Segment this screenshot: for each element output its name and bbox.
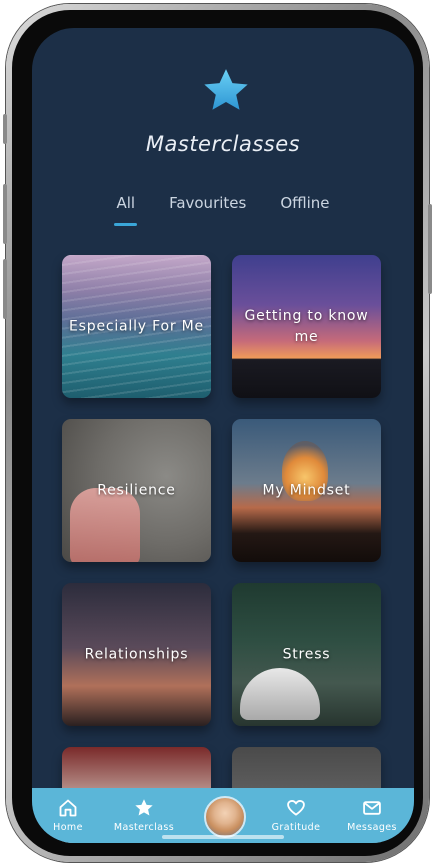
card-relationships[interactable]: Relationships [62, 583, 211, 726]
card-getting-to-know-me[interactable]: Getting to know me [232, 255, 381, 398]
avatar[interactable] [204, 796, 246, 838]
card-especially-for-me[interactable]: Especially For Me [62, 255, 211, 398]
card-label: Getting to know me [244, 307, 369, 345]
nav-messages-label: Messages [347, 822, 397, 833]
mail-icon [363, 801, 381, 815]
nav-gratitude[interactable]: Gratitude [264, 798, 328, 833]
volume-down-button [3, 259, 7, 319]
card-label: Relationships [84, 646, 189, 662]
app-screen: Masterclasses All Favourites Offline Esp… [32, 28, 414, 843]
volume-up-button [3, 184, 7, 244]
mute-switch [3, 114, 7, 144]
heart-icon [287, 800, 305, 816]
card-label: My Mindset [262, 482, 351, 498]
tab-offline[interactable]: Offline [278, 194, 331, 212]
card-label: Resilience [97, 482, 176, 498]
home-indicator [162, 835, 284, 839]
card-my-mindset[interactable]: My Mindset [232, 419, 381, 562]
tab-favourites[interactable]: Favourites [167, 194, 248, 212]
nav-home[interactable]: Home [36, 798, 100, 833]
star-icon [135, 799, 153, 816]
filter-tabs: All Favourites Offline [32, 194, 414, 226]
nav-masterclass-label: Masterclass [113, 822, 175, 833]
page-title: Masterclasses [145, 132, 301, 156]
nav-messages[interactable]: Messages [340, 798, 404, 833]
card-stress[interactable]: Stress [232, 583, 381, 726]
nav-home-label: Home [53, 822, 83, 833]
card-resilience[interactable]: Resilience [62, 419, 211, 562]
star-icon [204, 69, 248, 110]
home-icon [59, 799, 77, 817]
card-label: Stress [282, 646, 331, 662]
tab-all[interactable]: All [114, 194, 137, 226]
card-label: Especially For Me [69, 318, 204, 334]
power-button [428, 204, 432, 294]
nav-gratitude-label: Gratitude [271, 822, 321, 833]
nav-masterclass[interactable]: Masterclass [112, 798, 176, 833]
